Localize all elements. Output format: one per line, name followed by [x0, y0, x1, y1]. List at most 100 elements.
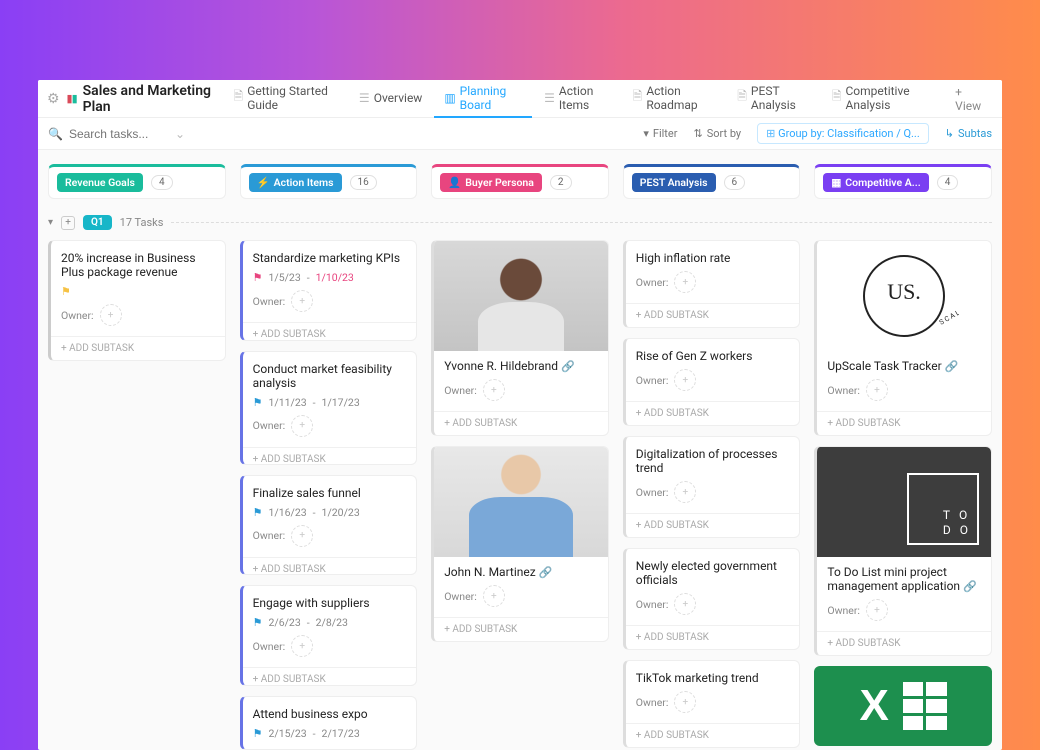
doc-icon: 🗎: [737, 87, 747, 108]
tab-getting-started[interactable]: 🗎 Getting Started Guide: [224, 80, 347, 118]
add-subtask-button[interactable]: + ADD SUBTASK: [817, 411, 991, 435]
tab-overview[interactable]: ☰ Overview: [349, 80, 432, 118]
add-subtask-button[interactable]: + ADD SUBTASK: [817, 631, 991, 655]
view-mode-icons[interactable]: ▮▮: [67, 92, 77, 105]
owner-label: Owner:: [61, 309, 94, 322]
flag-icon: ⚑: [253, 396, 263, 409]
task-card[interactable]: TikTok marketing trend Owner:+ + ADD SUB…: [623, 660, 801, 748]
owner-label: Owner:: [444, 384, 477, 397]
assign-owner-icon[interactable]: +: [291, 415, 313, 437]
task-card[interactable]: High inflation rate Owner:+ + ADD SUBTAS…: [623, 240, 801, 328]
task-title: Newly elected government officials: [636, 559, 790, 587]
assign-owner-icon[interactable]: +: [674, 369, 696, 391]
persona-image: [434, 447, 608, 557]
group-row[interactable]: ▾ + Q1 17 Tasks: [48, 215, 992, 230]
add-view-button[interactable]: + View: [945, 85, 994, 113]
task-title: Conduct market feasibility analysis: [253, 362, 407, 390]
assign-owner-icon[interactable]: +: [291, 290, 313, 312]
column-buyer-persona: Yvonne R. Hildebrand 🔗 Owner:+ + ADD SUB…: [431, 240, 609, 750]
assign-owner-icon[interactable]: +: [291, 525, 313, 547]
task-title: Attend business expo: [253, 707, 407, 721]
assign-owner-icon[interactable]: +: [483, 585, 505, 607]
group-task-count: 17 Tasks: [120, 216, 164, 229]
add-subtask-button[interactable]: + ADD SUBTASK: [434, 617, 608, 641]
add-subtask-button[interactable]: + ADD SUBTASK: [626, 723, 800, 747]
column-header-action-items[interactable]: ⚡Action Items 16: [240, 164, 418, 199]
task-card[interactable]: Yvonne R. Hildebrand 🔗 Owner:+ + ADD SUB…: [431, 240, 609, 436]
chevron-down-icon[interactable]: ⌄: [175, 127, 185, 141]
subtasks-label: Subtas: [958, 127, 992, 140]
search-input[interactable]: [69, 127, 169, 141]
owner-label: Owner:: [636, 374, 669, 387]
date-end: 1/10/23: [316, 271, 354, 284]
column-header-pest-analysis[interactable]: PEST Analysis 6: [623, 164, 801, 199]
assign-owner-icon[interactable]: +: [100, 304, 122, 326]
add-subtask-button[interactable]: + ADD SUBTASK: [243, 447, 417, 465]
assign-owner-icon[interactable]: +: [866, 599, 888, 621]
column-header-buyer-persona[interactable]: 👤Buyer Persona 2: [431, 164, 609, 199]
column-header-competitive[interactable]: ▦Competitive A... 4: [814, 164, 992, 199]
task-card[interactable]: Engage with suppliers ⚑2/6/23 - 2/8/23 O…: [240, 585, 418, 686]
add-subtask-button[interactable]: + ADD SUBTASK: [51, 336, 225, 360]
add-subtask-button[interactable]: + ADD SUBTASK: [434, 411, 608, 435]
task-card[interactable]: Digitalization of processes trend Owner:…: [623, 436, 801, 538]
assign-owner-icon[interactable]: +: [866, 379, 888, 401]
filter-button[interactable]: ▾ Filter: [643, 127, 677, 140]
flag-icon: ⚑: [253, 506, 263, 519]
link-icon[interactable]: 🔗: [945, 360, 959, 373]
filter-label: Filter: [653, 127, 678, 140]
tab-action-items[interactable]: ☰ Action Items: [534, 80, 621, 118]
task-card[interactable]: US. S C A L E UpScale Task Tracker 🔗 Own…: [814, 240, 992, 436]
add-subtask-button[interactable]: + ADD SUBTASK: [243, 667, 417, 686]
person-icon: 👤: [448, 176, 461, 189]
task-card[interactable]: Attend business expo ⚑2/15/23 - 2/17/23: [240, 696, 418, 750]
assign-owner-icon[interactable]: +: [291, 635, 313, 657]
search-box[interactable]: 🔍 ⌄: [48, 127, 198, 141]
add-subtask-button[interactable]: + ADD SUBTASK: [626, 513, 800, 537]
task-title: Rise of Gen Z workers: [636, 349, 790, 363]
sort-button[interactable]: ⇅ Sort by: [693, 127, 741, 140]
link-icon[interactable]: 🔗: [963, 580, 977, 593]
group-by-button[interactable]: ⊞ Group by: Classification / Q...: [757, 123, 929, 144]
owner-label: Owner:: [827, 604, 860, 617]
column-pill: Action Items: [274, 176, 334, 189]
column-header-revenue-goals[interactable]: Revenue Goals 4: [48, 164, 226, 199]
tab-action-roadmap[interactable]: 🗎 Action Roadmap: [623, 80, 726, 118]
task-card[interactable]: Rise of Gen Z workers Owner: + + ADD SUBT…: [623, 338, 801, 426]
add-subtask-button[interactable]: + ADD SUBTASK: [626, 401, 800, 425]
add-subtask-button[interactable]: + ADD SUBTASK: [243, 557, 417, 576]
sort-label: Sort by: [707, 127, 741, 140]
assign-owner-icon[interactable]: +: [674, 271, 696, 293]
tab-competitive-analysis[interactable]: 🗎 Competitive Analysis: [822, 80, 943, 118]
assign-owner-icon[interactable]: +: [674, 481, 696, 503]
task-card[interactable]: 20% increase in Business Plus package re…: [48, 240, 226, 361]
task-card[interactable]: Conduct market feasibility analysis ⚑1/1…: [240, 351, 418, 465]
tab-label: Competitive Analysis: [846, 84, 934, 112]
date-end: 2/8/23: [316, 616, 348, 629]
tab-pest-analysis[interactable]: 🗎 PEST Analysis: [727, 80, 820, 118]
add-subtask-button[interactable]: + ADD SUBTASK: [626, 303, 800, 327]
add-subtask-button[interactable]: + ADD SUBTASK: [243, 322, 417, 341]
subtasks-button[interactable]: ↳ Subtas: [945, 127, 992, 140]
task-card[interactable]: Newly elected government officials Owner…: [623, 548, 801, 650]
assign-owner-icon[interactable]: +: [483, 379, 505, 401]
task-card[interactable]: T OD O To Do List mini project managemen…: [814, 446, 992, 656]
tab-planning-board[interactable]: ▥ Planning Board: [434, 80, 532, 118]
collapse-icon[interactable]: ▾: [48, 217, 53, 228]
assign-owner-icon[interactable]: +: [674, 593, 696, 615]
add-icon[interactable]: +: [61, 216, 75, 230]
task-title: TikTok marketing trend: [636, 671, 790, 685]
owner-label: Owner:: [827, 384, 860, 397]
task-card[interactable]: Finalize sales funnel ⚑1/16/23 - 1/20/23…: [240, 475, 418, 576]
link-icon[interactable]: 🔗: [561, 360, 575, 373]
add-subtask-button[interactable]: + ADD SUBTASK: [626, 625, 800, 649]
groupby-label: Group by: Classification / Q...: [778, 127, 920, 140]
task-card[interactable]: John N. Martinez 🔗 Owner:+ + ADD SUBTASK: [431, 446, 609, 642]
owner-label: Owner:: [253, 529, 286, 542]
task-card[interactable]: X: [814, 666, 992, 746]
assign-owner-icon[interactable]: +: [674, 691, 696, 713]
settings-icon[interactable]: ⚙: [46, 90, 61, 108]
task-card[interactable]: Standardize marketing KPIs ⚑1/5/23 - 1/1…: [240, 240, 418, 341]
owner-label: Owner:: [253, 295, 286, 308]
link-icon[interactable]: 🔗: [539, 566, 553, 579]
